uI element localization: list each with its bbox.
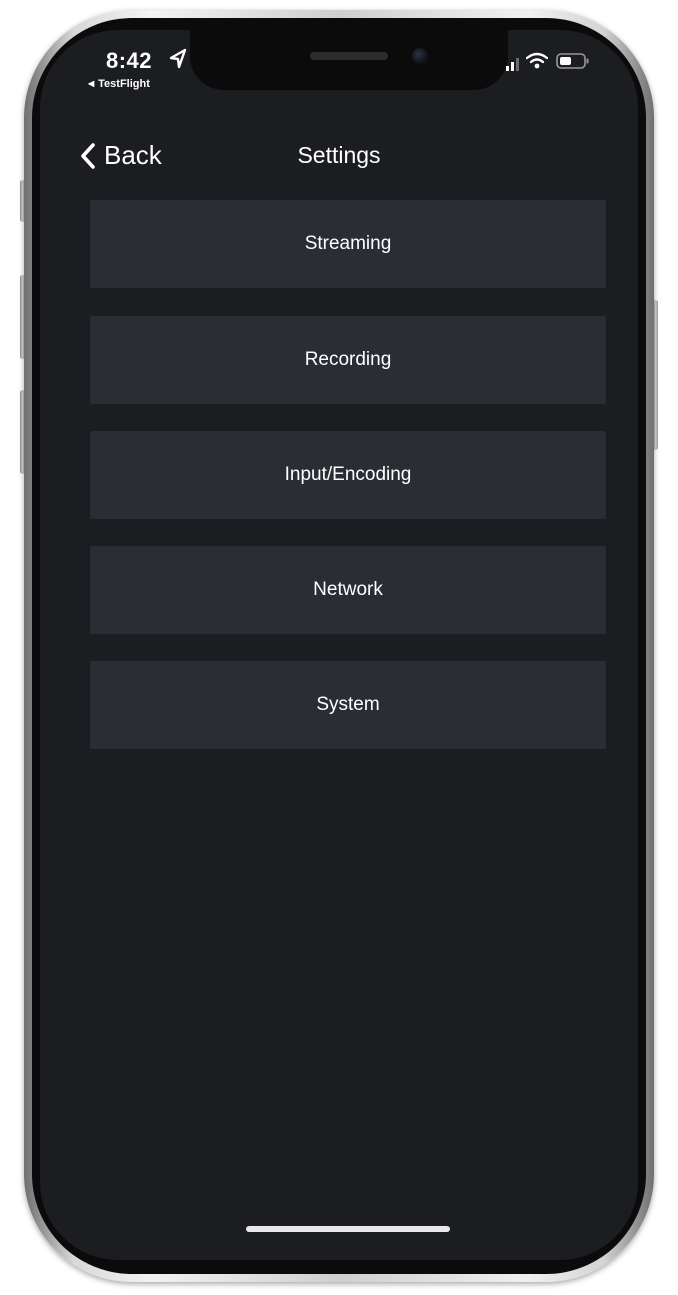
page-title: Settings (297, 142, 381, 168)
cellular-signal-icon (506, 58, 519, 71)
menu-item-label: Input/Encoding (284, 464, 412, 485)
menu-item-recording[interactable]: Recording (90, 316, 606, 404)
back-to-app-link[interactable]: ◀ TestFlight (88, 78, 150, 90)
home-indicator[interactable] (246, 1226, 450, 1232)
back-triangle-icon: ◀ (88, 79, 95, 88)
menu-item-input-encoding[interactable]: Input/Encoding (90, 431, 606, 519)
menu-item-label: System (316, 694, 380, 715)
front-camera (412, 48, 428, 64)
location-arrow-icon (169, 48, 187, 69)
menu-item-network[interactable]: Network (90, 546, 606, 634)
page: 8:42 ◀ TestFlight Back Settings Streamin… (0, 0, 678, 1295)
status-time: 8:42 (106, 48, 153, 73)
app-screen: 8:42 ◀ TestFlight Back Settings Streamin… (40, 30, 638, 1260)
speaker-grille (310, 52, 388, 60)
wifi-icon (526, 52, 548, 69)
notch (190, 30, 508, 90)
menu-item-label: Streaming (304, 233, 392, 254)
menu-item-label: Network (313, 579, 383, 600)
back-app-label: TestFlight (98, 78, 150, 90)
menu-item-label: Recording (304, 349, 392, 370)
menu-item-streaming[interactable]: Streaming (90, 200, 606, 288)
battery-icon (556, 53, 589, 69)
menu-item-system[interactable]: System (90, 661, 606, 749)
